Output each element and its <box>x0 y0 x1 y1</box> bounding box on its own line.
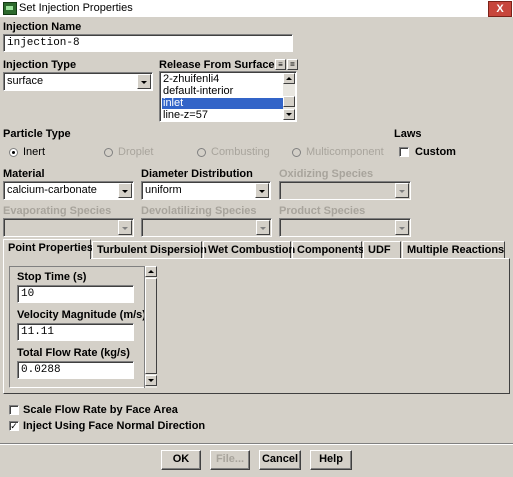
devolatilizing-species-label: Devolatilizing Species <box>141 205 257 217</box>
chevron-down-icon[interactable] <box>395 220 409 235</box>
scroll-thumb[interactable] <box>283 96 295 107</box>
chevron-down-icon[interactable] <box>137 74 151 89</box>
laws-label: Laws <box>394 128 422 140</box>
window-title: Set Injection Properties <box>19 2 133 14</box>
release-surfaces-list[interactable]: 2-zhuifenli4 default-interior inlet line… <box>159 71 297 122</box>
chevron-down-icon[interactable] <box>118 220 132 235</box>
stop-time-label: Stop Time (s) <box>17 271 87 283</box>
tab-point-properties[interactable]: Point Properties <box>3 239 93 259</box>
scroll-up-icon[interactable] <box>145 266 157 277</box>
particle-multicomponent-radio[interactable] <box>292 148 301 157</box>
ok-button[interactable]: OK <box>161 450 201 470</box>
diameter-distribution-select[interactable]: uniform <box>141 181 271 200</box>
total-flow-rate-label: Total Flow Rate (kg/s) <box>17 347 130 359</box>
list-item[interactable]: 2-zhuifenli4 <box>162 74 283 85</box>
particle-combusting-radio[interactable] <box>197 148 206 157</box>
material-label: Material <box>3 168 45 180</box>
inject-face-normal-checkbox[interactable]: ✓ <box>9 421 19 431</box>
devolatilizing-species-select[interactable] <box>141 218 272 237</box>
scroll-down-icon[interactable] <box>145 375 157 386</box>
close-button[interactable]: X <box>488 1 512 17</box>
chevron-down-icon[interactable] <box>395 183 409 198</box>
scroll-thumb[interactable] <box>145 278 157 374</box>
tab-turbulent-dispersion[interactable]: Turbulent Dispersion <box>92 241 207 258</box>
file-button[interactable]: File... <box>210 450 250 470</box>
custom-laws-checkbox[interactable] <box>399 147 409 157</box>
particle-droplet-label: Droplet <box>118 146 154 158</box>
material-value: calcium-carbonate <box>7 184 97 196</box>
list-item-selected[interactable]: inlet <box>162 98 283 109</box>
total-flow-rate-input[interactable]: 0.0288 <box>17 361 134 379</box>
scale-flow-rate-checkbox[interactable] <box>9 405 19 415</box>
product-species-label: Product Species <box>279 205 366 217</box>
list-item[interactable]: default-interior <box>162 86 283 97</box>
oxidizing-species-select[interactable] <box>279 181 411 200</box>
chevron-down-icon[interactable] <box>255 183 269 198</box>
stop-time-input[interactable]: 10 <box>17 285 134 303</box>
list-item[interactable]: line-z=57 <box>162 110 283 121</box>
separator <box>0 443 513 445</box>
inject-face-normal-label: Inject Using Face Normal Direction <box>23 420 206 432</box>
tab-udf[interactable]: UDF <box>363 241 401 258</box>
chevron-down-icon[interactable] <box>118 183 132 198</box>
help-button[interactable]: Help <box>310 450 352 470</box>
injection-type-select[interactable]: surface <box>3 72 153 91</box>
evaporating-species-label: Evaporating Species <box>3 205 112 217</box>
point-properties-scrollbar[interactable] <box>144 266 157 388</box>
tab-wet-combustion[interactable]: Wet Combustion <box>203 241 295 258</box>
particle-combusting-label: Combusting <box>211 146 270 158</box>
material-select[interactable]: calcium-carbonate <box>3 181 134 200</box>
diameter-distribution-value: uniform <box>145 184 182 196</box>
oxidizing-species-label: Oxidizing Species <box>279 168 374 180</box>
list-scrollbar[interactable] <box>283 73 295 120</box>
injection-name-input[interactable]: injection-8 <box>3 34 293 52</box>
tab-multiple-reactions[interactable]: Multiple Reactions <box>402 241 505 258</box>
particle-type-label: Particle Type <box>3 128 71 140</box>
particle-multicomponent-label: Multicomponent <box>306 146 384 158</box>
select-all-icon[interactable]: ≡ <box>275 59 286 70</box>
app-icon <box>3 2 17 15</box>
scroll-down-icon[interactable] <box>283 109 295 120</box>
velocity-magnitude-input[interactable]: 11.11 <box>17 323 134 341</box>
cancel-button[interactable]: Cancel <box>259 450 301 470</box>
custom-laws-label: Custom <box>415 146 456 158</box>
scale-flow-rate-label: Scale Flow Rate by Face Area <box>23 404 178 416</box>
dialog-window: Set Injection Properties X Injection Nam… <box>0 0 513 477</box>
injection-type-label: Injection Type <box>3 59 77 71</box>
velocity-magnitude-label: Velocity Magnitude (m/s) <box>17 309 146 321</box>
chevron-down-icon[interactable] <box>256 220 270 235</box>
particle-inert-label: Inert <box>23 146 46 158</box>
particle-inert-radio[interactable] <box>9 148 18 157</box>
particle-droplet-radio[interactable] <box>104 148 113 157</box>
scroll-up-icon[interactable] <box>283 73 295 84</box>
injection-type-value: surface <box>7 75 44 87</box>
release-surfaces-label: Release From Surfaces <box>159 59 281 71</box>
product-species-select[interactable] <box>279 218 411 237</box>
tab-components[interactable]: Components <box>292 241 364 258</box>
diameter-distribution-label: Diameter Distribution <box>141 168 253 180</box>
evaporating-species-select[interactable] <box>3 218 134 237</box>
title-bar: Set Injection Properties X <box>0 0 513 17</box>
deselect-all-icon[interactable]: = <box>287 59 298 70</box>
injection-name-label: Injection Name <box>3 21 82 33</box>
